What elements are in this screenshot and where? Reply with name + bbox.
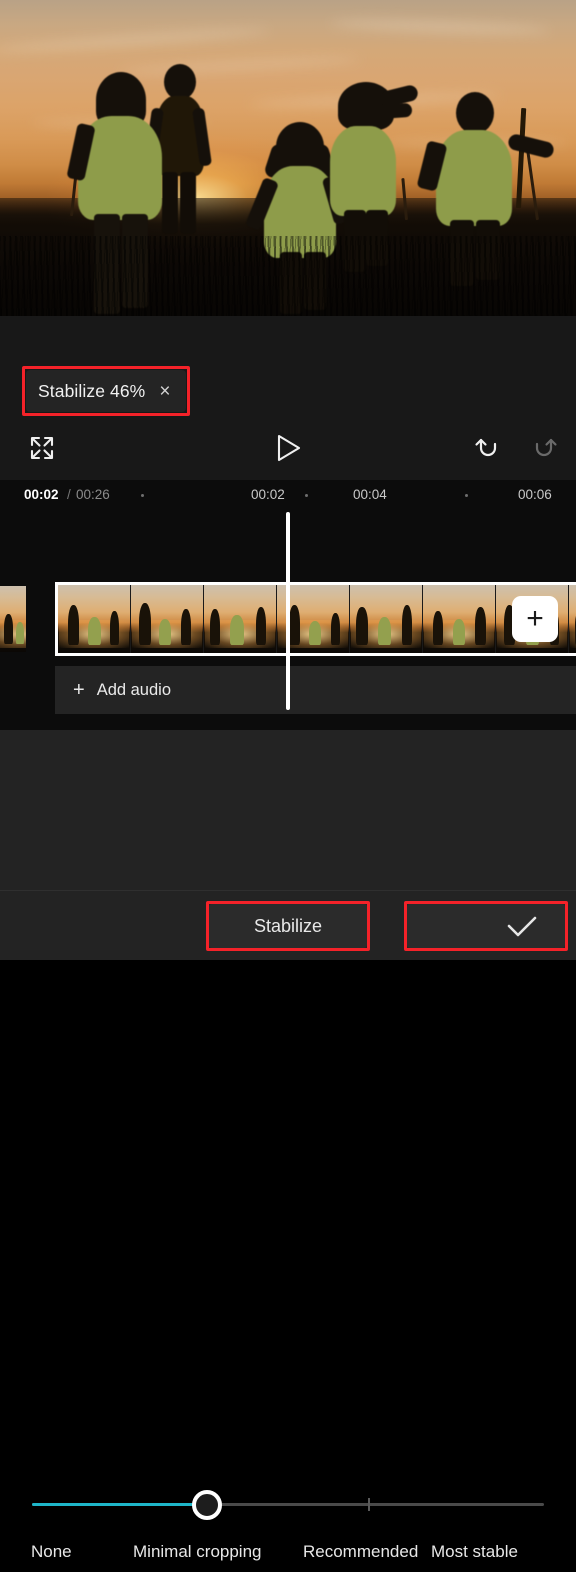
clip-thumbnail [350, 585, 423, 653]
clip-thumbnail [58, 585, 131, 653]
slider-label-none[interactable]: None [31, 1542, 72, 1562]
close-icon[interactable]: × [159, 382, 170, 401]
clip-thumbnail-strip [58, 585, 576, 653]
selected-video-clip[interactable] [55, 582, 576, 656]
add-audio-track[interactable]: + Add audio [55, 666, 576, 714]
stabilize-button-group[interactable]: Stabilize [206, 901, 370, 951]
confirm-button-group[interactable] [404, 901, 568, 951]
time-separator: / [67, 487, 71, 502]
add-media-button[interactable]: + [512, 596, 558, 642]
clip-thumbnail [423, 585, 496, 653]
stabilization-slider-thumb[interactable] [192, 1490, 222, 1520]
clip-thumbnail [131, 585, 204, 653]
slider-tick-mark [368, 1498, 370, 1511]
play-icon[interactable] [264, 424, 312, 472]
ruler-label: 00:04 [353, 487, 387, 502]
ruler-tick [141, 494, 144, 497]
player-controls [0, 424, 576, 474]
slider-label-recommended[interactable]: Recommended [303, 1542, 418, 1562]
confirm-button[interactable] [407, 904, 565, 948]
ruler-tick [465, 494, 468, 497]
check-icon [507, 916, 537, 937]
playhead[interactable] [286, 512, 290, 710]
plus-icon: + [73, 679, 85, 701]
previous-clip-thumbnail[interactable] [0, 586, 26, 652]
ruler-label: 00:06 [518, 487, 552, 502]
ruler-tick [305, 494, 308, 497]
foreground-grass [0, 236, 576, 316]
video-preview[interactable] [0, 0, 576, 316]
undo-icon[interactable] [464, 424, 512, 472]
ruler-label: 00:02 [251, 487, 285, 502]
stabilization-slider-fill [32, 1503, 207, 1506]
timeline-ruler[interactable]: 00:02 / 00:26 00:02 00:04 00:06 [0, 480, 576, 512]
stabilize-chip-label: Stabilize 46% [38, 380, 146, 401]
stabilize-status-chip[interactable]: Stabilize 46% × [22, 366, 190, 416]
video-editor-screen: Stabilize 46% × 00:02 / 00:26 00:02 00:0… [0, 0, 576, 1561]
clip-thumbnail [204, 585, 277, 653]
current-time: 00:02 [24, 487, 59, 502]
slider-labels: None Minimal cropping Recommended Most s… [0, 1542, 576, 1572]
total-time: 00:26 [76, 487, 110, 502]
clip-thumbnail [569, 585, 576, 653]
redo-icon[interactable] [520, 424, 568, 472]
stabilization-settings-panel: None Minimal cropping Recommended Most s… [0, 730, 576, 1561]
add-audio-label: Add audio [96, 680, 172, 699]
stabilize-button[interactable]: Stabilize [209, 904, 367, 948]
stabilize-chip-body[interactable]: Stabilize 46% × [26, 370, 186, 412]
slider-label-minimal[interactable]: Minimal cropping [133, 1542, 262, 1562]
slider-label-most-stable[interactable]: Most stable [431, 1542, 518, 1562]
fullscreen-icon[interactable] [18, 424, 66, 472]
